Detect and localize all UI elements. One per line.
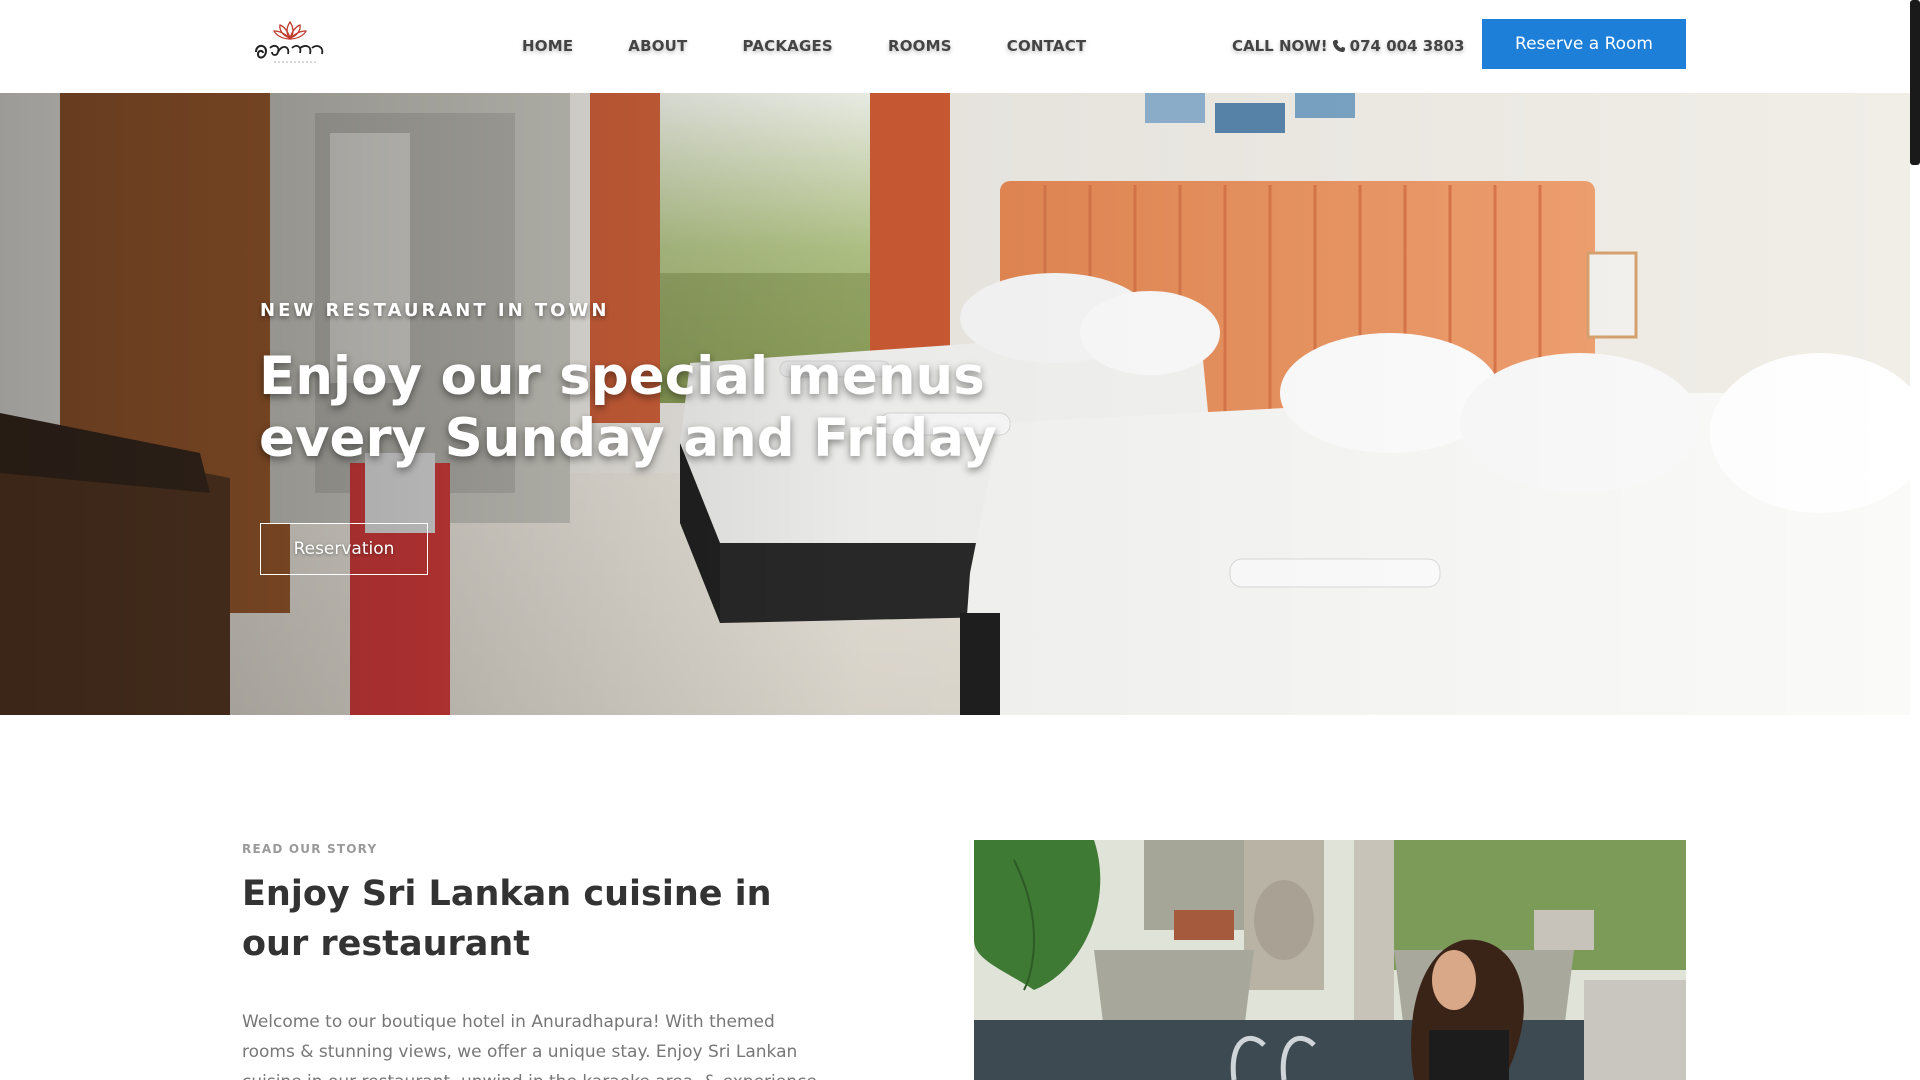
site-logo[interactable] [250,18,330,68]
slider-dot-1[interactable] [1865,422,1879,436]
slider-dot-3[interactable] [1865,468,1879,482]
hero-eyebrow: NEW RESTAURANT IN TOWN [260,300,610,321]
main-nav: HOME ABOUT PACKAGES ROOMS CONTACT [522,37,1141,55]
nav-contact[interactable]: CONTACT [1007,37,1087,55]
site-header: HOME ABOUT PACKAGES ROOMS CONTACT CALL N… [0,0,1910,93]
nav-packages[interactable]: PACKAGES [743,37,833,55]
reservation-button[interactable]: Reservation [260,523,428,575]
story-eyebrow: READ OUR STORY [242,842,378,856]
nav-about[interactable]: ABOUT [628,37,687,55]
hero-title: Enjoy our special menus every Sunday and… [259,346,997,469]
call-now[interactable]: CALL NOW! 074 004 3803 [1232,37,1464,55]
story-title: Enjoy Sri Lankan cuisine in our restaura… [242,874,772,964]
nav-home[interactable]: HOME [522,37,573,55]
scrollbar-thumb[interactable] [1910,0,1920,165]
hero-slider: NEW RESTAURANT IN TOWN Enjoy our special… [0,93,1910,715]
pool-photo [974,840,1686,1080]
pool-image [974,840,1686,1080]
slider-dots [1865,422,1881,491]
reserve-room-button[interactable]: Reserve a Room [1482,19,1686,69]
nav-rooms[interactable]: ROOMS [888,37,952,55]
slider-dot-2[interactable] [1865,445,1879,459]
story-text: Welcome to our boutique hotel in Anuradh… [242,1012,817,1080]
phone-number: 074 004 3803 [1349,37,1465,55]
call-label: CALL NOW! [1232,37,1328,55]
phone-icon [1332,39,1345,53]
lotus-logo-icon [255,20,324,63]
